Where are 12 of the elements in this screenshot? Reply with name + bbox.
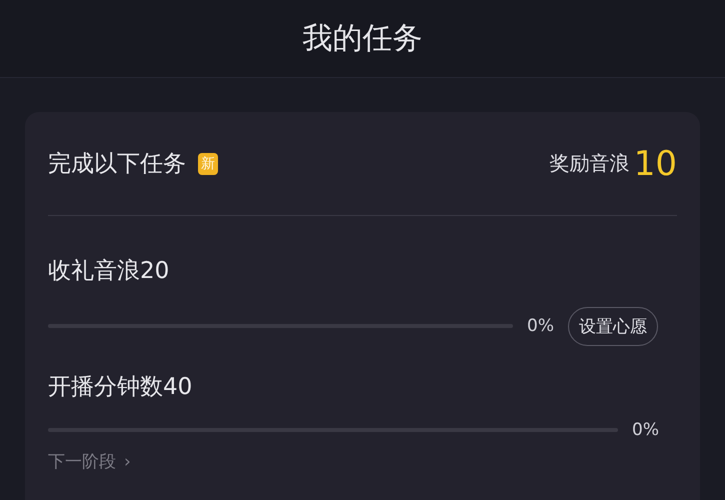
progress-percent: 0% <box>632 420 659 440</box>
chevron-right-icon: › <box>124 452 131 472</box>
task-heading: 完成以下任务 <box>48 150 186 179</box>
task-name: 开播分钟数40 <box>48 373 192 402</box>
new-badge: 新 <box>198 152 218 174</box>
reward-value: 10 <box>634 144 677 184</box>
task-name: 收礼音浪20 <box>48 257 170 286</box>
reward-label: 奖励音浪 <box>550 150 630 177</box>
set-wish-button[interactable]: 设置心愿 <box>568 306 658 346</box>
page-title: 我的任务 <box>302 20 422 58</box>
progress-percent: 0% <box>527 316 554 336</box>
next-stage-link[interactable]: 下一阶段 <box>48 452 116 472</box>
